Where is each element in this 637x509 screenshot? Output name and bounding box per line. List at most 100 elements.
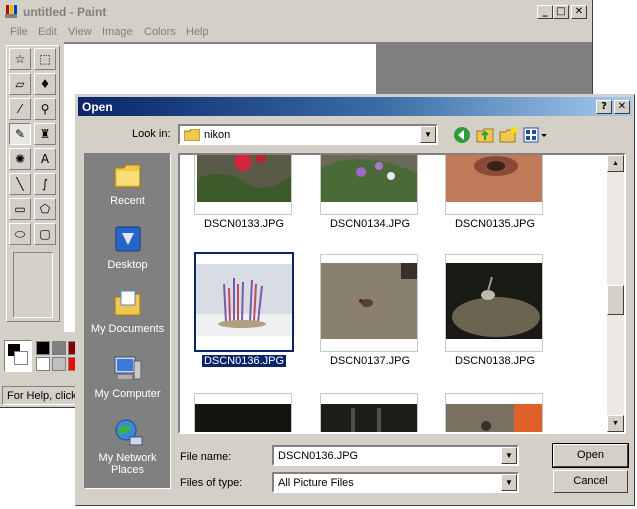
photo-crab-night <box>446 263 542 339</box>
dialog-title-bar[interactable]: Open ? ✕ <box>78 97 632 116</box>
thumbnail-next-1[interactable] <box>194 393 292 432</box>
file-name-dscn0136[interactable]: DSCN0136.JPG <box>184 354 304 368</box>
open-button[interactable]: Open <box>552 443 629 468</box>
thumbnail-dscn0133[interactable] <box>194 155 292 215</box>
photo-face <box>446 155 542 202</box>
file-name-dscn0134[interactable]: DSCN0134.JPG <box>310 218 430 230</box>
magnifier-icon: ⚲ <box>40 102 50 116</box>
folder-icon <box>184 129 200 141</box>
magnifier-tool[interactable]: ⚲ <box>34 98 56 120</box>
thumbnail-next-3[interactable] <box>445 393 543 432</box>
files-of-type-dropdown-button[interactable]: ▼ <box>501 474 517 491</box>
file-name-combo[interactable]: DSCN0136.JPG ▼ <box>272 445 519 466</box>
dialog-close-button[interactable]: ✕ <box>614 100 630 114</box>
thumbnail-dscn0135[interactable] <box>445 155 543 215</box>
question-icon: ? <box>601 101 607 112</box>
back-icon[interactable] <box>452 125 472 145</box>
brush-icon: ♜ <box>39 127 51 141</box>
file-name-dscn0137[interactable]: DSCN0137.JPG <box>310 355 430 367</box>
palette-swatch[interactable] <box>52 341 66 355</box>
photo-dark-2 <box>321 404 417 432</box>
look-in-combo[interactable]: nikon ▼ <box>178 124 438 145</box>
menu-view[interactable]: View <box>68 26 92 38</box>
line-tool[interactable]: ╲ <box>9 173 31 195</box>
menu-file[interactable]: File <box>10 26 28 38</box>
file-name-dscn0138[interactable]: DSCN0138.JPG <box>435 355 555 367</box>
fill-bucket-tool[interactable]: ♦ <box>34 73 56 95</box>
place-recent[interactable]: Recent <box>85 160 170 207</box>
place-my-computer[interactable]: My Computer <box>85 353 170 400</box>
brush-tool[interactable]: ♜ <box>34 123 56 145</box>
menu-help[interactable]: Help <box>186 26 209 38</box>
thumbnail-next-2[interactable] <box>320 393 418 432</box>
view-menu-icon[interactable] <box>522 125 548 145</box>
files-of-type-label: Files of type: <box>180 477 243 489</box>
place-my-computer-label: My Computer <box>94 388 161 400</box>
text-tool[interactable]: A <box>34 148 56 170</box>
paint-minimize-button[interactable]: _ <box>537 5 553 19</box>
curve-tool[interactable]: ∫ <box>34 173 56 195</box>
free-select-tool[interactable]: ☆ <box>9 48 31 70</box>
menu-image[interactable]: Image <box>102 26 133 38</box>
photo-dark-1 <box>195 404 291 432</box>
cancel-button[interactable]: Cancel <box>553 470 628 493</box>
scroll-thumb[interactable] <box>607 285 624 315</box>
rounded-rect-tool[interactable]: ▢ <box>34 223 56 245</box>
rounded-rect-icon: ▢ <box>39 227 51 241</box>
file-name-label: File name: <box>180 451 232 463</box>
look-in-dropdown-button[interactable]: ▼ <box>420 126 436 143</box>
minimize-icon: _ <box>542 6 548 17</box>
current-colors[interactable] <box>4 340 32 372</box>
up-folder-icon[interactable] <box>475 125 495 145</box>
place-desktop[interactable]: Desktop <box>85 224 170 271</box>
ellipse-icon: ⬭ <box>14 227 26 241</box>
photo-flowers-purple <box>321 155 417 202</box>
file-name-dscn0135[interactable]: DSCN0135.JPG <box>435 218 555 230</box>
paint-close-button[interactable]: ✕ <box>571 5 587 19</box>
palette-swatch[interactable] <box>36 341 50 355</box>
polygon-tool[interactable]: ⬠ <box>34 198 56 220</box>
file-name-value: DSCN0136.JPG <box>278 450 359 462</box>
scroll-down-button[interactable]: ▼ <box>607 415 624 432</box>
place-recent-label: Recent <box>110 195 145 207</box>
polygon-icon: ⬠ <box>39 202 51 216</box>
place-my-network[interactable]: My Network Places <box>85 417 170 476</box>
place-my-documents[interactable]: My Documents <box>85 288 170 335</box>
thumbnail-dscn0137[interactable] <box>320 254 418 352</box>
close-icon: ✕ <box>617 101 627 112</box>
palette-swatch[interactable] <box>52 357 66 371</box>
eraser-tool[interactable]: ▱ <box>9 73 31 95</box>
rect-select-icon: ⬚ <box>39 52 51 66</box>
paint-app-icon <box>5 5 17 18</box>
thumbnail-dscn0136[interactable] <box>194 252 294 352</box>
thumbnail-dscn0134[interactable] <box>320 155 418 215</box>
paint-title-bar[interactable]: untitled - Paint _ □ ✕ <box>0 0 592 24</box>
file-name-dropdown-button[interactable]: ▼ <box>501 447 517 464</box>
files-of-type-combo[interactable]: All Picture Files ▼ <box>272 472 519 493</box>
tool-options-box[interactable] <box>13 252 53 318</box>
rect-select-tool[interactable]: ⬚ <box>34 48 56 70</box>
pencil-tool[interactable]: ✎ <box>9 123 31 145</box>
new-folder-icon[interactable] <box>498 125 518 145</box>
tool-box: ☆ ⬚ ▱ ♦ ⁄ ⚲ ✎ ♜ ✺ A ╲ ∫ ▭ ⬠ ⬭ ▢ <box>6 45 60 322</box>
color-picker-tool[interactable]: ⁄ <box>9 98 31 120</box>
rectangle-icon: ▭ <box>14 202 26 216</box>
pencil-icon: ✎ <box>14 127 26 141</box>
photo-flowers-red <box>197 155 291 202</box>
airbrush-icon: ✺ <box>14 152 26 166</box>
file-list-scrollbar[interactable]: ▲ ▼ <box>607 155 624 432</box>
scroll-up-button[interactable]: ▲ <box>607 155 624 172</box>
rectangle-tool[interactable]: ▭ <box>9 198 31 220</box>
place-my-network-label: My Network Places <box>98 452 157 476</box>
palette-swatch[interactable] <box>36 357 50 371</box>
file-name-dscn0133[interactable]: DSCN0133.JPG <box>184 218 304 230</box>
menu-colors[interactable]: Colors <box>144 26 176 38</box>
ellipse-tool[interactable]: ⬭ <box>9 223 31 245</box>
chevron-down-icon: ▼ <box>505 478 513 487</box>
dialog-help-button[interactable]: ? <box>596 100 612 114</box>
airbrush-tool[interactable]: ✺ <box>9 148 31 170</box>
place-desktop-label: Desktop <box>107 259 148 271</box>
menu-edit[interactable]: Edit <box>38 26 57 38</box>
thumbnail-dscn0138[interactable] <box>445 254 543 352</box>
paint-maximize-button[interactable]: □ <box>553 5 569 19</box>
